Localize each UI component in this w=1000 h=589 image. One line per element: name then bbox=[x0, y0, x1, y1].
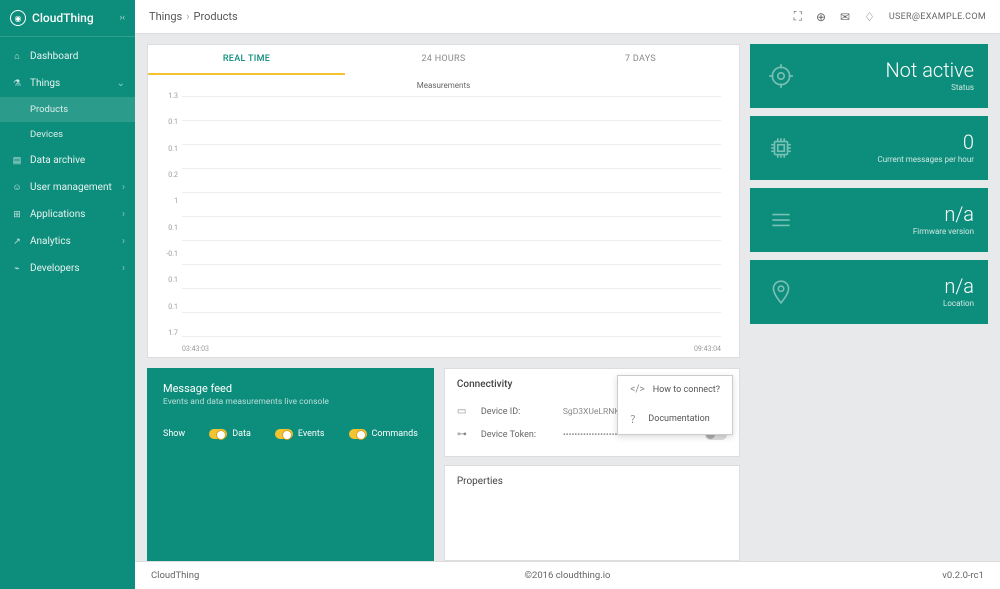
target-icon bbox=[764, 59, 798, 93]
tab-7-days[interactable]: 7 DAYS bbox=[542, 45, 739, 75]
tile-status[interactable]: Not activeStatus bbox=[750, 44, 988, 108]
code-icon: </> bbox=[630, 384, 644, 395]
feed-subtitle: Events and data measurements live consol… bbox=[163, 397, 418, 407]
chart-title: Measurements bbox=[148, 75, 739, 92]
tab-24-hours[interactable]: 24 HOURS bbox=[345, 45, 542, 75]
sidebar-item-analytics[interactable]: ↗Analytics bbox=[0, 228, 135, 255]
toggle-commands[interactable]: Commands bbox=[349, 429, 418, 439]
chart-tabs: REAL TIME24 HOURS7 DAYS bbox=[148, 45, 739, 75]
sidebar-subitem-products[interactable]: Products bbox=[0, 97, 135, 122]
y-tick: 0.1 bbox=[154, 224, 178, 232]
footer-copyright: ©2016 cloudthing.io bbox=[525, 570, 611, 581]
chart-body: 1.3 0.1 0.1 0.2 1 0.1 -0.1 0.1 0.1 1.7 03:43:03 0… bbox=[148, 92, 739, 357]
help-popup: </> How to connect? ？ Documentation bbox=[617, 375, 733, 435]
sidebar-item-things[interactable]: ⚗Things bbox=[0, 70, 135, 97]
nav-icon: ☺ bbox=[12, 182, 22, 193]
y-tick: -0.1 bbox=[154, 250, 178, 258]
topbar: Things › Products ⛶ ⊕ ✉ ♢ USER@EXAMPLE.C… bbox=[135, 0, 1000, 34]
y-tick: 1.7 bbox=[154, 329, 178, 337]
brand[interactable]: ◉ CloudThing ›‹ bbox=[0, 0, 135, 37]
x-axis: 03:43:03 09:43:04 bbox=[182, 345, 721, 353]
toggle-data[interactable]: Data bbox=[209, 429, 251, 439]
sidebar-item-dashboard[interactable]: ⌂Dashboard bbox=[0, 43, 135, 70]
y-tick: 1.3 bbox=[154, 92, 178, 100]
nav: ⌂Dashboard⚗ThingsProductsDevices▤Data ar… bbox=[0, 37, 135, 282]
how-to-connect-item[interactable]: </> How to connect? bbox=[618, 376, 732, 403]
feed-title: Message feed bbox=[163, 382, 418, 395]
bell-icon[interactable]: ♢ bbox=[864, 10, 875, 24]
switch-icon bbox=[209, 429, 227, 439]
brand-logo-icon: ◉ bbox=[10, 10, 26, 26]
switch-icon bbox=[349, 429, 367, 439]
fullscreen-icon[interactable]: ⛶ bbox=[794, 9, 802, 24]
toggle-events[interactable]: Events bbox=[275, 429, 325, 439]
tile-location[interactable]: n/aLocation bbox=[750, 260, 988, 324]
y-tick: 0.1 bbox=[154, 118, 178, 126]
help-icon: ？ bbox=[630, 411, 640, 426]
footer-version: v0.2.0-rc1 bbox=[942, 570, 984, 581]
y-tick: 0.2 bbox=[154, 171, 178, 179]
brand-name: CloudThing bbox=[32, 11, 94, 25]
feed-toggles: Show Data Events Commands bbox=[163, 429, 418, 439]
properties-title: Properties bbox=[457, 476, 503, 487]
properties-card: Properties bbox=[444, 465, 740, 561]
tile-current[interactable]: 0Current messages per hour bbox=[750, 116, 988, 180]
feed-show-label: Show bbox=[163, 429, 185, 439]
sidebar-item-developers[interactable]: ⌁Developers bbox=[0, 255, 135, 282]
breadcrumb-sep: › bbox=[186, 10, 189, 23]
sidebar-item-user-management[interactable]: ☺User management bbox=[0, 174, 135, 201]
footer-brand: CloudThing bbox=[151, 570, 199, 581]
status-tiles: Not activeStatus 0Current messages per ho… bbox=[750, 44, 988, 561]
list-icon bbox=[764, 203, 798, 237]
documentation-item[interactable]: ？ Documentation bbox=[618, 403, 732, 434]
x-tick: 03:43:03 bbox=[182, 345, 209, 353]
y-axis: 1.3 0.1 0.1 0.2 1 0.1 -0.1 0.1 0.1 1.7 bbox=[154, 92, 178, 337]
y-tick: 0.1 bbox=[154, 276, 178, 284]
message-feed-card: Message feed Events and data measurement… bbox=[147, 368, 434, 561]
mail-icon[interactable]: ✉ bbox=[840, 10, 850, 24]
y-tick: 0.1 bbox=[154, 303, 178, 311]
connectivity-card: Connectivity ▭Device ID:SgD3XUeLRNKiqmur… bbox=[444, 368, 740, 457]
sidebar-item-applications[interactable]: ⊞Applications bbox=[0, 201, 135, 228]
row-icon: ⊶ bbox=[457, 429, 471, 440]
nav-icon: ▤ bbox=[12, 156, 22, 166]
footer: CloudThing ©2016 cloudthing.io v0.2.0-rc… bbox=[135, 561, 1000, 589]
collapse-sidebar-icon[interactable]: ›‹ bbox=[120, 13, 125, 23]
tab-real-time[interactable]: REAL TIME bbox=[148, 45, 345, 75]
nav-icon: ⊞ bbox=[12, 210, 22, 220]
user-email[interactable]: USER@EXAMPLE.COM bbox=[889, 12, 986, 22]
nav-icon: ⌁ bbox=[12, 264, 22, 274]
chart-grid bbox=[182, 96, 721, 337]
y-tick: 1 bbox=[154, 197, 178, 205]
tile-firmware[interactable]: n/aFirmware version bbox=[750, 188, 988, 252]
globe-icon[interactable]: ⊕ bbox=[816, 10, 826, 24]
breadcrumb-item[interactable]: Products bbox=[194, 10, 238, 23]
breadcrumb: Things › Products bbox=[149, 10, 238, 23]
sidebar: ◉ CloudThing ›‹ ⌂Dashboard⚗ThingsProduct… bbox=[0, 0, 135, 589]
breadcrumb-item[interactable]: Things bbox=[149, 10, 182, 23]
nav-icon: ⚗ bbox=[12, 79, 22, 89]
chip-icon bbox=[764, 131, 798, 165]
y-tick: 0.1 bbox=[154, 145, 178, 153]
nav-icon: ↗ bbox=[12, 237, 22, 247]
sidebar-subitem-devices[interactable]: Devices bbox=[0, 122, 135, 147]
switch-icon bbox=[275, 429, 293, 439]
nav-icon: ⌂ bbox=[12, 51, 22, 62]
pin-icon bbox=[764, 275, 798, 309]
row-icon: ▭ bbox=[457, 406, 471, 417]
chart-card: REAL TIME24 HOURS7 DAYS Measurements 1.3… bbox=[147, 44, 740, 358]
x-tick: 09:43:04 bbox=[694, 345, 721, 353]
sidebar-item-data-archive[interactable]: ▤Data archive bbox=[0, 147, 135, 174]
